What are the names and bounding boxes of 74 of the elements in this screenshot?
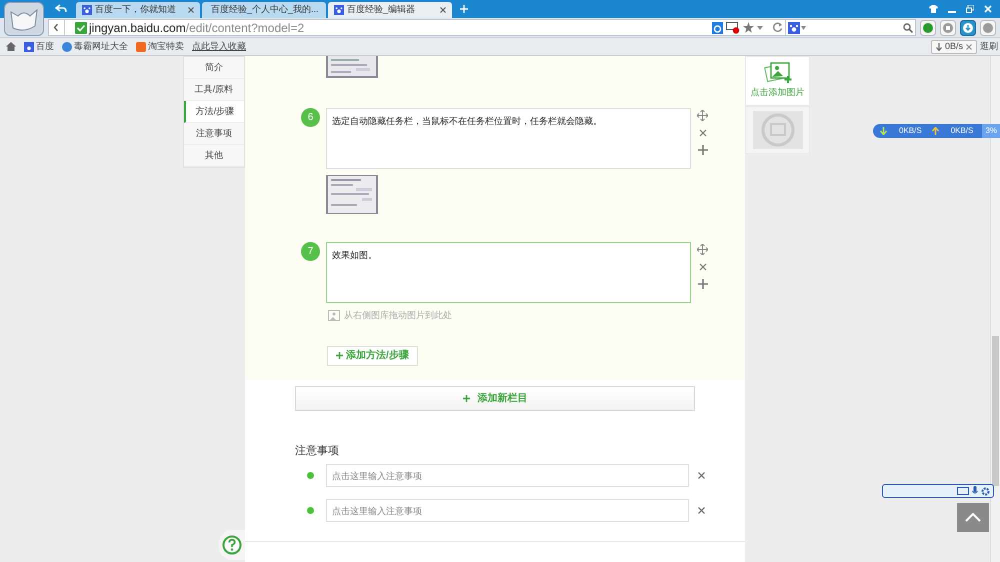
sidebar-item[interactable]: 方法/步骤 xyxy=(184,101,244,123)
paw-icon[interactable] xyxy=(788,22,800,34)
image-placeholder-icon xyxy=(752,111,802,149)
chevron-up-icon xyxy=(965,513,981,522)
screen-notification-icon[interactable] xyxy=(726,21,740,34)
restore-icon[interactable] xyxy=(966,5,974,13)
browser-tab[interactable]: 百度一下，你就知道 xyxy=(76,2,200,18)
close-tab-icon[interactable] xyxy=(440,7,446,13)
shirt-icon[interactable] xyxy=(929,5,938,13)
plus-icon[interactable] xyxy=(698,279,708,289)
sidebar-item[interactable]: 其他 xyxy=(184,145,244,167)
bullet-icon xyxy=(307,472,314,479)
paw-icon xyxy=(24,42,34,52)
close-icon[interactable] xyxy=(698,507,705,514)
plus-icon xyxy=(462,394,470,402)
down-arrow-icon xyxy=(880,127,887,135)
paw-icon xyxy=(334,5,344,15)
keyboard-icon xyxy=(957,487,969,495)
bookmark-link[interactable]: 淘宝特卖 xyxy=(136,40,184,54)
help-button[interactable] xyxy=(219,530,245,560)
move-icon[interactable] xyxy=(697,244,708,255)
sidebar-item[interactable]: 简介 xyxy=(184,57,244,79)
address-bar[interactable]: jingyan.baidu.com/edit/content?model=2 xyxy=(48,19,916,36)
star-icon[interactable] xyxy=(743,22,754,33)
compat-mode-icon[interactable] xyxy=(712,22,723,34)
lock-toolbar-icon[interactable] xyxy=(940,20,956,36)
network-meter: 0KB/S 0KB/S 3% xyxy=(873,124,1000,138)
step-number: 7 xyxy=(301,242,320,261)
add-image-icon xyxy=(764,62,792,84)
close-icon[interactable] xyxy=(698,472,705,479)
move-icon[interactable] xyxy=(697,110,708,121)
plus-icon xyxy=(336,352,343,359)
step-number: 6 xyxy=(301,108,320,127)
shop-icon xyxy=(136,42,146,52)
close-icon[interactable] xyxy=(966,44,972,50)
url-text: jingyan.baidu.com/edit/content?model=2 xyxy=(89,20,304,36)
home-icon[interactable] xyxy=(6,42,16,51)
download-speed-badge[interactable]: 0B/s xyxy=(930,40,977,54)
browser-tab[interactable]: 百度经验_编辑器 xyxy=(328,2,452,18)
microphone-icon xyxy=(972,486,978,496)
note-input-field[interactable]: 点击这里输入注意事项 xyxy=(326,464,689,487)
browser-tab[interactable]: 百度经验_个人中心_我的... xyxy=(202,2,326,18)
step-text-field[interactable]: 选定自动隐藏任务栏，当鼠标不在任务栏位置时，任务栏就会隐藏。 xyxy=(326,108,691,169)
note-input-field[interactable]: 点击这里输入注意事项 xyxy=(326,499,689,522)
sidebar-item[interactable]: 注意事项 xyxy=(184,123,244,145)
close-icon[interactable] xyxy=(698,263,706,271)
search-icon[interactable] xyxy=(903,22,913,32)
step-text-field[interactable]: 效果如图。 xyxy=(326,242,691,303)
ime-toolbar[interactable] xyxy=(882,484,994,498)
refresh-icon[interactable] xyxy=(772,22,783,33)
close-tab-icon[interactable] xyxy=(188,7,194,13)
section-heading: 注意事项 xyxy=(295,444,340,458)
bookmark-link[interactable]: 百度 xyxy=(24,40,54,54)
secure-check-icon xyxy=(75,22,87,34)
logo-badge[interactable] xyxy=(4,2,44,36)
back-arrow-icon xyxy=(55,4,67,14)
bullet-icon xyxy=(307,507,314,514)
download-icon[interactable] xyxy=(960,20,976,36)
plus-icon[interactable] xyxy=(698,145,708,155)
toolbar-label[interactable]: 逛刷 xyxy=(980,40,998,54)
image-drop-hint: 从右侧图库拖动图片到此处 xyxy=(344,309,452,322)
paw-icon xyxy=(82,5,92,15)
bookmark-link[interactable]: 毒霸网址大全 xyxy=(62,40,128,54)
gear-icon xyxy=(981,486,990,496)
dropdown-caret-icon[interactable] xyxy=(757,26,763,30)
bookmark-link[interactable]: 点此导入收藏 xyxy=(192,40,246,54)
down-arrow-icon xyxy=(936,42,942,50)
close-icon[interactable] xyxy=(698,129,706,137)
up-arrow-icon xyxy=(932,127,939,135)
help-icon xyxy=(222,535,242,555)
image-icon xyxy=(326,310,340,322)
dropdown-caret-icon[interactable] xyxy=(801,26,806,30)
new-tab-icon[interactable] xyxy=(460,5,468,13)
scroll-to-top-button[interactable] xyxy=(957,503,989,532)
